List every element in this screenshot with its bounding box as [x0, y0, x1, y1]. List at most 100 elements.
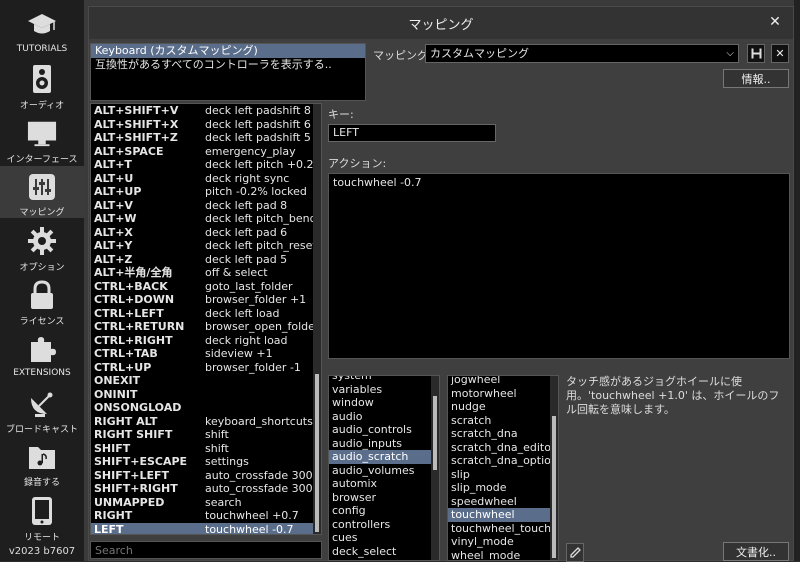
mapping-row[interactable]: ALT+SHIFT+V deck left padshift 8 — [91, 104, 321, 118]
mapping-key: ALT+V — [94, 198, 133, 212]
function-scrollbar-thumb[interactable] — [552, 416, 556, 558]
mapping-list[interactable]: ALT+SHIFT+V deck left padshift 8 ALT+SHIFT… — [90, 103, 322, 535]
key-field[interactable]: LEFT — [328, 124, 496, 142]
mapping-scrollbar[interactable] — [313, 104, 321, 534]
category-item[interactable]: audio_scratch — [329, 450, 439, 464]
function-item[interactable]: slip_mode — [448, 481, 558, 495]
function-item[interactable]: scratch — [448, 414, 558, 428]
documentation-button[interactable]: 文書化.. — [723, 542, 789, 561]
mapping-row[interactable]: ALT+半角/全角 off & select — [91, 266, 321, 280]
mapping-row[interactable]: ONINIT — [91, 388, 321, 402]
mapping-row[interactable]: ALT+Z deck left pad 5 — [91, 253, 321, 267]
sidebar-item-broadcast[interactable]: ブロードキャスト — [0, 382, 84, 435]
function-item[interactable]: speedwheel — [448, 495, 558, 509]
sidebar-item-tutorials[interactable]: TUTORIALS — [0, 4, 84, 56]
mapping-row[interactable]: CTRL+RETURN browser_open_folder — [91, 320, 321, 334]
mapping-row[interactable]: UNMAPPED search — [91, 496, 321, 510]
delete-button[interactable]: ✕ — [771, 44, 789, 63]
info-button[interactable]: 情報.. — [723, 69, 789, 88]
mapping-scrollbar-thumb[interactable] — [315, 374, 319, 532]
category-item[interactable]: audio_controls — [329, 423, 439, 437]
mapping-select[interactable]: カスタムマッピング ⌵ — [425, 44, 739, 63]
category-item[interactable]: cues — [329, 531, 439, 545]
speaker-icon — [27, 64, 57, 94]
category-item[interactable]: automix — [329, 477, 439, 491]
mapping-row[interactable]: ALT+T deck left pitch +0.2% — [91, 158, 321, 172]
mapping-row[interactable]: ONSONGLOAD — [91, 401, 321, 415]
function-item[interactable]: wheel_mode — [448, 549, 558, 561]
mapping-row[interactable]: ALT+V deck left pad 8 — [91, 199, 321, 213]
mapping-row[interactable]: ALT+SPACE emergency_play — [91, 145, 321, 159]
mapping-row[interactable]: CTRL+LEFT deck left load — [91, 307, 321, 321]
category-item[interactable]: audio — [329, 410, 439, 424]
mapping-row[interactable]: ALT+UP pitch -0.2% locked — [91, 185, 321, 199]
category-item[interactable]: controllers — [329, 518, 439, 532]
function-item[interactable]: jogwheel — [448, 376, 558, 387]
search-input[interactable] — [90, 541, 322, 559]
category-item[interactable]: deck_select — [329, 545, 439, 559]
mapping-row[interactable]: ALT+SHIFT+Z deck left padshift 5 — [91, 131, 321, 145]
function-item[interactable]: scratch_dna — [448, 427, 558, 441]
category-list[interactable]: system variables window audio audio_controls… — [328, 375, 440, 561]
mapping-row[interactable]: CTRL+UP browser_folder -1 — [91, 361, 321, 375]
mapping-row[interactable]: RIGHT touchwheel +0.7 — [91, 509, 321, 523]
function-item[interactable]: scratch_dna_editor — [448, 441, 558, 455]
sidebar-item-extensions[interactable]: EXTENSIONS — [0, 328, 84, 380]
function-item[interactable]: touchwheel — [448, 508, 558, 522]
mapping-row[interactable]: ONEXIT — [91, 374, 321, 388]
category-scrollbar[interactable] — [431, 376, 439, 560]
category-item[interactable]: system — [329, 376, 439, 383]
mapping-row[interactable]: ALT+W deck left pitch_bend — [91, 212, 321, 226]
function-item[interactable]: vinyl_mode — [448, 535, 558, 549]
save-button[interactable] — [747, 44, 765, 63]
function-scrollbar[interactable] — [550, 376, 558, 560]
mapping-key: CTRL+BACK — [94, 279, 168, 293]
action-editor[interactable]: touchwheel -0.7 — [328, 173, 790, 359]
function-item[interactable]: scratch_dna_option — [448, 454, 558, 468]
mapping-row[interactable]: RIGHT ALT keyboard_shortcuts — [91, 415, 321, 429]
sidebar-item-remote[interactable]: リモート — [0, 490, 84, 543]
function-item[interactable]: slip — [448, 468, 558, 482]
mapping-row[interactable]: CTRL+DOWN browser_folder +1 — [91, 293, 321, 307]
function-item[interactable]: nudge — [448, 400, 558, 414]
mapping-row[interactable]: CTRL+TAB sideview +1 — [91, 347, 321, 361]
mapping-row[interactable]: ALT+SHIFT+X deck left padshift 6 — [91, 118, 321, 132]
sidebar-item-options[interactable]: オプション — [0, 220, 84, 273]
mapping-row[interactable]: SHIFT+LEFT auto_crossfade 3000 — [91, 469, 321, 483]
mapping-row[interactable]: SHIFT shift — [91, 442, 321, 456]
sidebar-item-license[interactable]: ライセンス — [0, 274, 84, 327]
mapping-row[interactable]: ALT+X deck left pad 6 — [91, 226, 321, 240]
mapping-action: deck left pitch +0.2% — [205, 158, 321, 171]
category-item[interactable]: config — [329, 504, 439, 518]
category-item[interactable]: browser — [329, 491, 439, 505]
mapping-row[interactable]: CTRL+RIGHT deck right load — [91, 334, 321, 348]
function-item[interactable]: touchwheel_touch — [448, 522, 558, 536]
function-item[interactable]: motorwheel — [448, 387, 558, 401]
category-item[interactable]: audio_volumes — [329, 464, 439, 478]
mapping-row[interactable]: LEFT touchwheel -0.7 — [91, 522, 321, 534]
function-list[interactable]: jogwheel motorwheel nudge scratch scratch_dn… — [447, 375, 559, 561]
device-item-keyboard[interactable]: Keyboard (カスタムマッピング) — [91, 44, 365, 58]
mapping-row[interactable]: ALT+U deck right sync — [91, 172, 321, 186]
mapping-action: auto_crossfade 3000 — [205, 482, 320, 495]
device-list[interactable]: Keyboard (カスタムマッピング) 互換性があるすべてのコントローラを表示… — [90, 43, 366, 101]
mapping-row[interactable]: RIGHT SHIFT shift — [91, 428, 321, 442]
sidebar-item-interface[interactable]: インターフェース — [0, 112, 84, 165]
mapping-row[interactable]: ALT+Y deck left pitch_reset — [91, 239, 321, 253]
close-button[interactable]: ✕ — [767, 14, 783, 30]
eyedropper-button[interactable] — [566, 543, 584, 562]
device-item-show-all[interactable]: 互換性があるすべてのコントローラを表示する.. — [91, 58, 365, 72]
sidebar-item-audio[interactable]: オーディオ — [0, 58, 84, 111]
mapping-action: auto_crossfade 3000 — [205, 468, 320, 482]
mapping-row[interactable]: SHIFT+RIGHT auto_crossfade 3000 — [91, 482, 321, 496]
category-scrollbar-thumb[interactable] — [433, 396, 437, 470]
sidebar-item-mapping[interactable]: マッピング — [0, 166, 84, 218]
category-item[interactable]: window — [329, 396, 439, 410]
mapping-row[interactable]: CTRL+BACK goto_last_folder — [91, 280, 321, 294]
sidebar-item-record[interactable]: 録音する — [0, 436, 84, 488]
category-item[interactable]: audio_inputs — [329, 437, 439, 451]
category-item[interactable]: variables — [329, 383, 439, 397]
mapping-action: deck left pad 5 — [205, 252, 288, 266]
mapping-action: deck left padshift 8 — [205, 104, 311, 117]
mapping-row[interactable]: SHIFT+ESCAPE settings — [91, 455, 321, 469]
